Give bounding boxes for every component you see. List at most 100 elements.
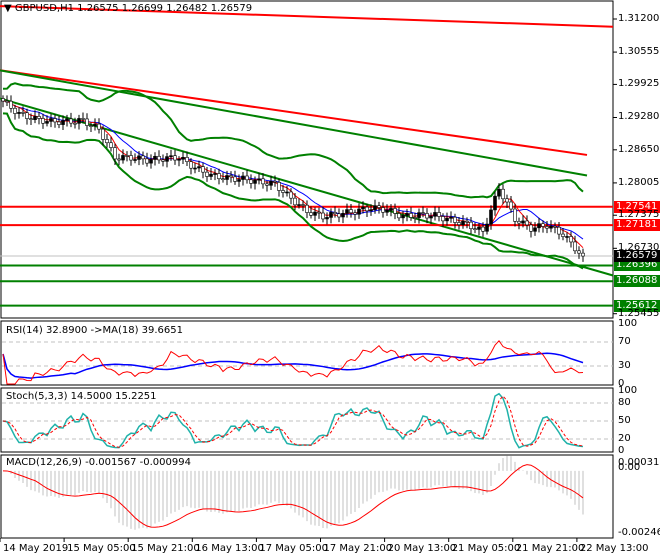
time-axis-label: 20 May 13:00: [387, 543, 457, 554]
candle-body: [401, 215, 405, 219]
rsi-axis-label: 70: [618, 336, 631, 347]
candle-body: [217, 173, 221, 180]
candle-body: [81, 118, 85, 120]
candle-body: [149, 159, 153, 164]
candle-body: [229, 175, 233, 178]
candle-body: [413, 217, 417, 219]
candle-body: [409, 213, 413, 218]
candle-body: [505, 198, 509, 203]
candle-body: [573, 241, 577, 252]
rsi-label: RSI(14) 32.8900 ->MA(18) 39.6651: [6, 325, 183, 336]
candle-body: [145, 158, 149, 164]
candle-body: [49, 118, 53, 122]
macd-axis-label: 0.00: [618, 462, 641, 473]
candle-body: [385, 210, 389, 213]
candle-body: [333, 212, 337, 215]
candle-body: [489, 209, 493, 225]
candle-body: [553, 225, 557, 228]
candle-body: [25, 112, 29, 119]
candle-body: [85, 118, 89, 126]
rsi-line: [2, 339, 584, 385]
candle-body: [253, 179, 257, 184]
candle-body: [289, 191, 293, 199]
candle-body: [245, 175, 249, 181]
candle-body: [273, 181, 277, 183]
candle-body: [481, 226, 485, 232]
collapse-triangle-icon[interactable]: ▼: [4, 3, 12, 14]
candle-body: [161, 159, 165, 162]
candle-body: [197, 166, 201, 169]
candle-body: [69, 118, 73, 124]
time-axis-label: 15 May 05:00: [67, 543, 136, 554]
candle-body: [41, 118, 45, 124]
candle-body: [437, 212, 441, 217]
candle-body: [265, 183, 269, 186]
candle-body: [549, 225, 553, 229]
candle-body: [465, 220, 469, 223]
candle-body: [521, 220, 525, 224]
candle-body: [1, 98, 5, 102]
price-axis-label: 1.27375: [618, 209, 660, 221]
symbol-label: GBPUSD,H1: [14, 3, 74, 14]
price-axis-label: 1.30555: [618, 46, 660, 58]
price-axis-label: 1.28005: [618, 176, 660, 188]
candle-body: [517, 221, 521, 224]
stoch-axis-label: 100: [618, 385, 638, 396]
stoch-axis-label: 20: [618, 433, 631, 444]
candle-body: [193, 167, 197, 170]
candle-body: [321, 212, 325, 220]
candle-body: [89, 125, 93, 127]
price-axis-label: 1.28650: [618, 143, 660, 155]
candle-body: [497, 188, 501, 197]
resistance-price-tag: 1.27181: [614, 219, 660, 232]
candle-body: [425, 213, 429, 219]
macd-label: MACD(12,26,9) -0.001567 -0.000994: [6, 457, 191, 468]
candle-body: [169, 155, 173, 157]
candle-body: [421, 212, 425, 214]
time-axis-label: 21 May 21:00: [515, 543, 585, 554]
candle-body: [325, 217, 329, 220]
chart-canvas[interactable]: [0, 0, 660, 560]
candle-body: [257, 178, 261, 181]
price-axis-label: 1.29925: [618, 78, 660, 90]
candle-body: [309, 212, 313, 216]
time-axis-label: 17 May 21:00: [323, 543, 393, 554]
candle-body: [165, 156, 169, 162]
candle-body: [377, 205, 381, 208]
candle-body: [449, 216, 453, 219]
candle-body: [329, 212, 333, 218]
stoch-label: Stoch(5,3,3) 14.5000 15.2251: [6, 391, 157, 402]
candle-body: [305, 204, 309, 213]
candle-body: [233, 176, 237, 182]
price-axis-label: 1.31200: [618, 13, 660, 24]
time-axis-label: 21 May 05:00: [451, 543, 521, 554]
candle-body: [341, 213, 345, 218]
candle-body: [429, 215, 433, 219]
candle-body: [181, 157, 185, 160]
candle-body: [37, 116, 41, 119]
candle-body: [185, 157, 189, 162]
candle-body: [557, 226, 561, 235]
candle-body: [353, 212, 357, 215]
candle-body: [157, 155, 161, 161]
candle-body: [373, 205, 377, 211]
candle-body: [337, 213, 341, 218]
candle-body: [57, 121, 61, 125]
candle-body: [5, 100, 9, 103]
candle-body: [369, 209, 373, 212]
candle-body: [241, 175, 245, 180]
candle-body: [213, 173, 217, 175]
candle-body: [97, 123, 101, 130]
candle-body: [577, 250, 581, 254]
candle-body: [101, 128, 105, 140]
candle-body: [33, 116, 37, 120]
candle-body: [453, 216, 457, 223]
candle-body: [541, 223, 545, 227]
candle-body: [365, 206, 369, 212]
candle-body: [61, 120, 65, 125]
candle-body: [389, 208, 393, 211]
candle-body: [569, 236, 573, 243]
candle-body: [581, 252, 585, 257]
candle-body: [485, 223, 489, 232]
candle-body: [501, 188, 505, 200]
